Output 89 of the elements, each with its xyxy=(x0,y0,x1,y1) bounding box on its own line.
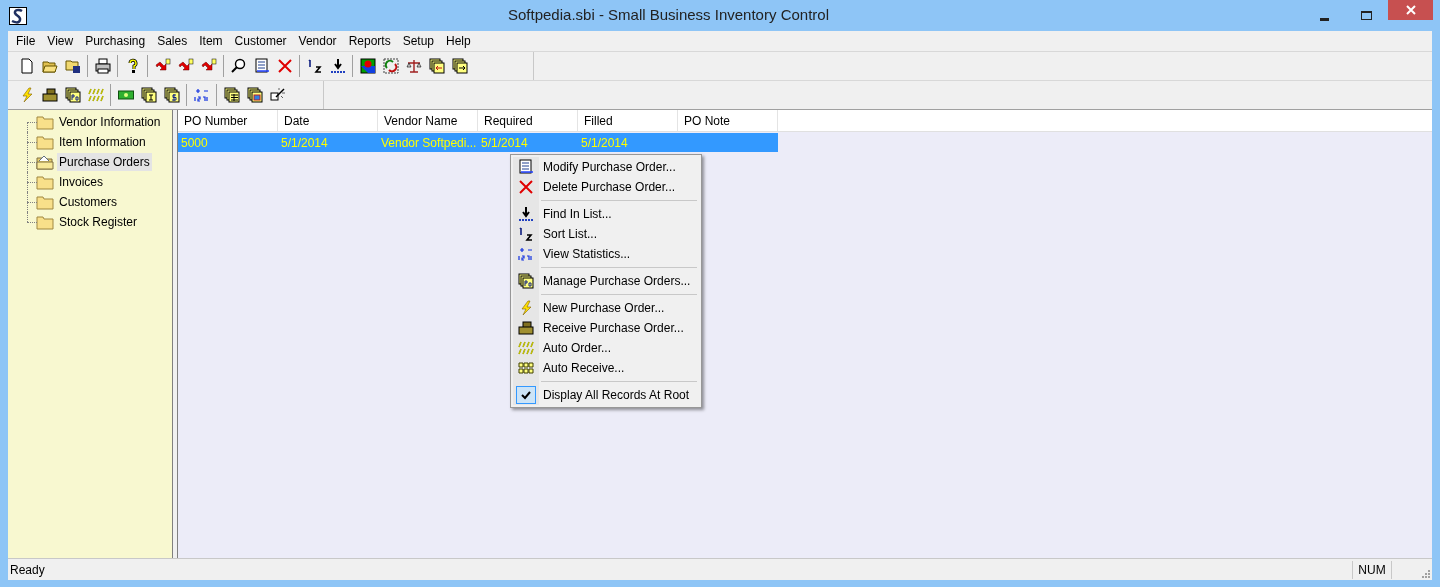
folder-icon xyxy=(36,194,54,210)
curved-arrow-icon xyxy=(200,58,217,74)
check-icon xyxy=(520,389,532,401)
column-header[interactable]: PO Number xyxy=(178,110,278,131)
recycle-icon xyxy=(382,58,399,74)
menu-item[interactable]: Item xyxy=(193,32,229,50)
context-menu-item[interactable]: Modify Purchase Order... xyxy=(511,157,701,177)
boxes-icon xyxy=(518,320,534,336)
menu-item[interactable]: File xyxy=(10,32,42,50)
statistics-icon xyxy=(193,87,210,103)
minimize-icon xyxy=(1319,17,1329,21)
boxes-icon xyxy=(41,87,58,103)
lightning-icon xyxy=(518,300,534,316)
lightning-icon xyxy=(518,340,534,356)
menu-item[interactable]: Purchasing xyxy=(79,32,152,50)
context-menu-item[interactable]: Display All Records At Root xyxy=(511,385,697,405)
stacked-pages-icon xyxy=(246,87,263,103)
form-icon xyxy=(518,159,534,175)
menu-item[interactable]: Vendor xyxy=(292,32,343,50)
tree-item[interactable]: Customers xyxy=(57,193,119,211)
table-cell: 5/1/2014 xyxy=(581,135,628,150)
banknote-icon xyxy=(117,87,134,103)
context-menu-item[interactable]: Sort List... xyxy=(511,224,697,244)
app-logo-icon xyxy=(9,6,27,25)
menu-item[interactable]: Sales xyxy=(151,32,194,50)
folder-icon xyxy=(41,58,58,74)
status-text: Ready xyxy=(9,561,46,579)
delete-icon xyxy=(518,179,534,195)
open-folder-icon xyxy=(36,154,54,170)
maximize-icon xyxy=(1360,11,1372,20)
table-cell: 5/1/2014 xyxy=(281,135,328,150)
context-menu-item[interactable]: Auto Receive... xyxy=(511,358,697,378)
column-header[interactable]: Filled xyxy=(578,110,678,131)
magnifier-icon xyxy=(230,58,247,74)
folder-icon xyxy=(36,134,54,150)
numbers-icon xyxy=(306,58,323,74)
color-chart-icon xyxy=(359,58,376,74)
folder-icon xyxy=(36,174,54,190)
context-menu-item[interactable]: Manage Purchase Orders... xyxy=(511,271,697,291)
window-title: Softpedia.sbi - Small Business Inventory Control xyxy=(507,5,830,26)
column-header[interactable]: Date xyxy=(278,110,378,131)
stacked-pages-icon xyxy=(163,87,180,103)
scales-icon xyxy=(405,58,422,74)
context-menu-item[interactable]: Delete Purchase Order... xyxy=(511,177,701,197)
stacked-pages-icon xyxy=(140,87,157,103)
tree-item[interactable]: Stock Register xyxy=(57,213,140,231)
stacked-pages-icon xyxy=(64,87,81,103)
form-icon xyxy=(253,58,270,74)
context-menu-item[interactable]: New Purchase Order... xyxy=(511,298,697,318)
context-menu-item[interactable]: View Statistics... xyxy=(511,244,697,264)
menu-item[interactable]: Setup xyxy=(396,32,440,50)
column-header[interactable]: Vendor Name xyxy=(378,110,478,131)
lightning-icon xyxy=(87,87,104,103)
context-menu-item[interactable]: Auto Order... xyxy=(511,338,697,358)
table-cell: Vendor Softpedi... xyxy=(381,135,477,150)
grid-icon xyxy=(518,360,534,376)
table-cell: 5/1/2014 xyxy=(481,135,528,150)
close-button[interactable] xyxy=(1388,0,1433,20)
context-menu-item[interactable]: Find In List... xyxy=(511,204,697,224)
curved-arrow-icon xyxy=(177,58,194,74)
document-icon xyxy=(18,58,35,74)
column-header[interactable]: PO Note xyxy=(678,110,778,131)
numbers-icon xyxy=(518,226,534,242)
down-arrow-icon xyxy=(518,206,534,222)
curved-arrow-icon xyxy=(154,58,171,74)
close-icon xyxy=(1405,5,1416,15)
tree-item[interactable]: Purchase Orders xyxy=(57,153,152,171)
folder-icon xyxy=(36,114,54,130)
stacked-pages-icon xyxy=(518,273,534,289)
tree-item[interactable]: Item Information xyxy=(57,133,148,151)
column-header[interactable]: Required xyxy=(478,110,578,131)
stacked-pages-icon xyxy=(428,58,445,74)
printer-icon xyxy=(94,58,111,74)
down-arrow-icon xyxy=(329,58,346,74)
resize-grip-icon xyxy=(1422,569,1430,578)
menu-item[interactable]: Customer xyxy=(228,32,293,50)
delete-icon xyxy=(276,58,293,74)
menu-item[interactable]: Help xyxy=(440,32,477,50)
status-indicator: NUM xyxy=(1352,560,1392,579)
stacked-pages-icon xyxy=(223,87,240,103)
folder-icon xyxy=(36,214,54,230)
tree-item[interactable]: Invoices xyxy=(57,173,106,191)
menu-item[interactable]: Reports xyxy=(342,32,397,50)
menu-item[interactable]: View xyxy=(41,32,80,50)
statistics-icon xyxy=(518,246,534,262)
context-menu-item[interactable]: Receive Purchase Order... xyxy=(511,318,697,338)
stacked-pages-icon xyxy=(451,58,468,74)
table-cell: 5000 xyxy=(181,135,208,150)
tree-item[interactable]: Vendor Information xyxy=(57,113,163,131)
